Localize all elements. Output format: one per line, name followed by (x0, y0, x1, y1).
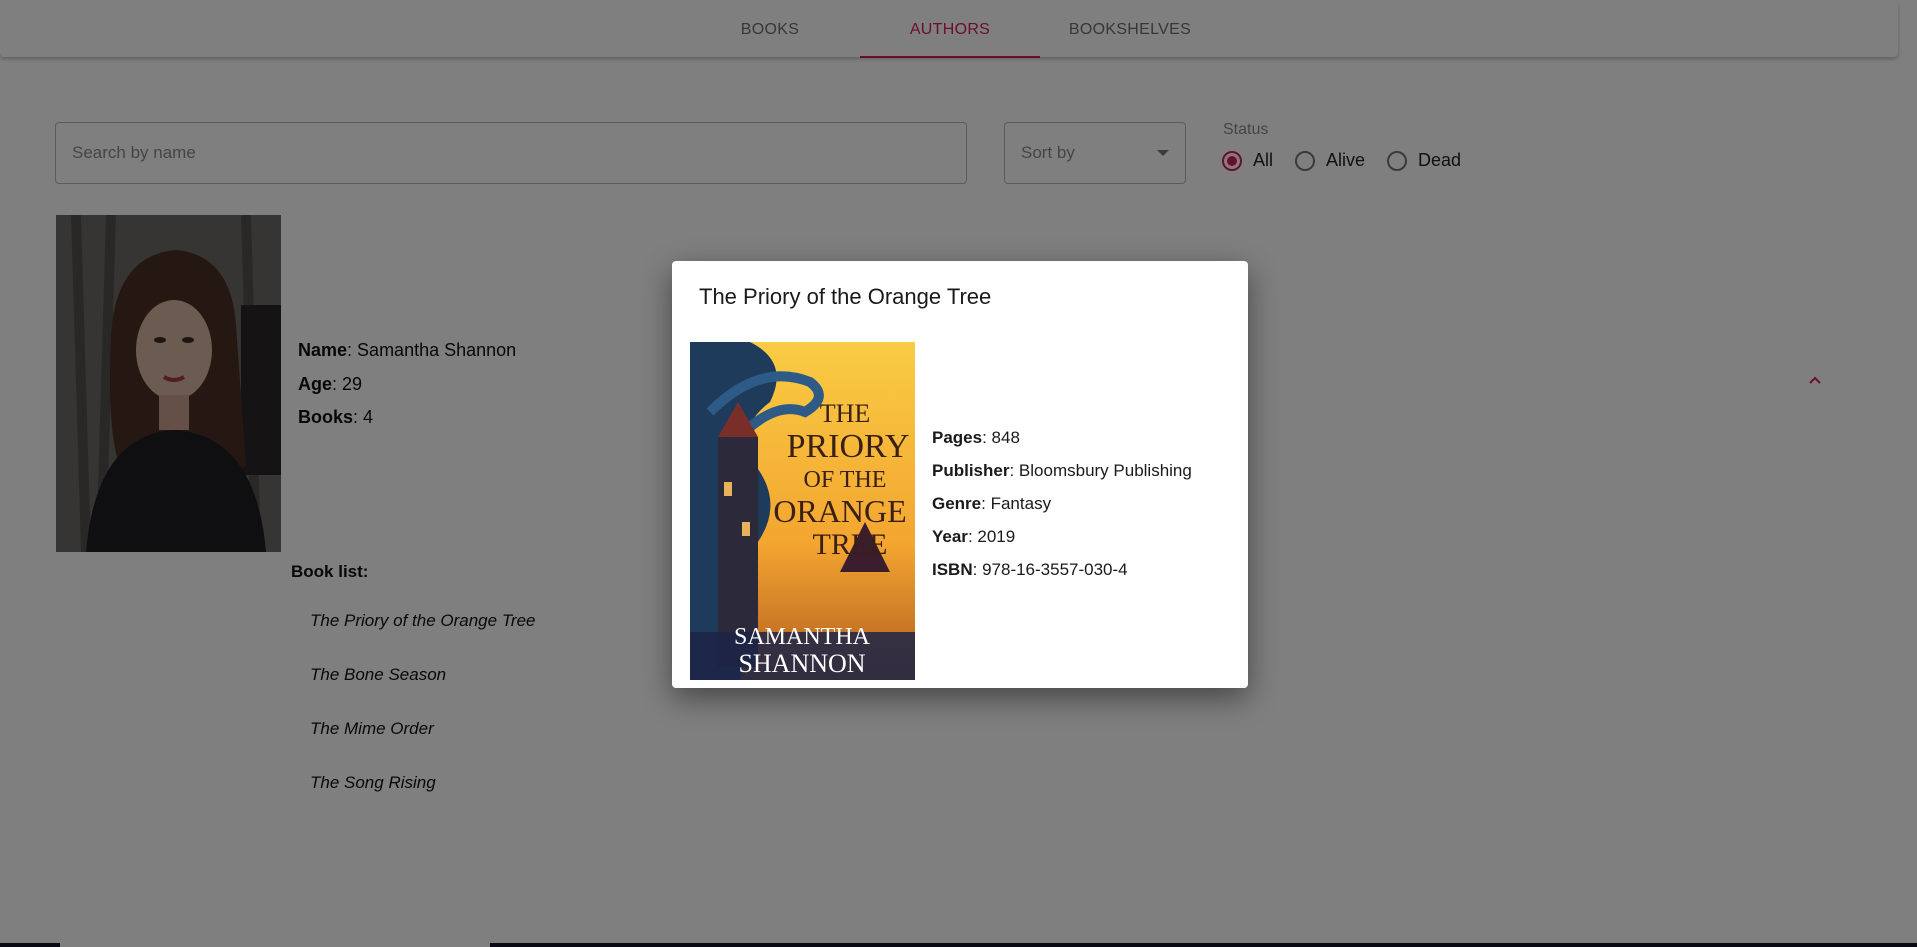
book-genre-row: Genre: Fantasy (932, 494, 1052, 513)
book-pages-label: Pages (932, 428, 983, 447)
book-genre-label: Genre (932, 494, 982, 513)
book-isbn-label: ISBN (932, 560, 973, 579)
book-genre: Fantasy (990, 494, 1052, 513)
book-publisher: Bloomsbury Publishing (1018, 461, 1192, 480)
dialog-title: The Priory of the Orange Tree (699, 284, 992, 309)
cover-title-line: THE (820, 399, 871, 428)
book-dialog: The Priory of the Orange Tree THE PRIORY (672, 261, 1248, 688)
book-pages: 848 (991, 428, 1020, 447)
book-publisher-label: Publisher (932, 461, 1010, 480)
cover-title-line: PRIORY (787, 428, 910, 465)
book-cover: THE PRIORY OF THE ORANGE TREE SAMANTHA S… (690, 342, 915, 680)
cover-title-line: OF THE (804, 467, 887, 493)
cover-author-line: SAMANTHA (734, 624, 871, 650)
book-pages-row: Pages: 848 (932, 428, 1020, 447)
book-isbn-row: ISBN: 978-16-3557-030-4 (932, 560, 1128, 579)
book-year-row: Year: 2019 (932, 527, 1016, 546)
book-year: 2019 (977, 527, 1016, 546)
book-info: Pages: 848 Publisher: Bloomsbury Publish… (932, 421, 1192, 586)
cover-title-line: ORANGE (773, 493, 906, 529)
book-isbn: 978-16-3557-030-4 (982, 560, 1128, 579)
book-publisher-row: Publisher: Bloomsbury Publishing (932, 461, 1192, 480)
book-year-label: Year (932, 527, 968, 546)
cover-title-line: TREE (813, 528, 888, 561)
cover-author-line: SHANNON (738, 649, 865, 678)
